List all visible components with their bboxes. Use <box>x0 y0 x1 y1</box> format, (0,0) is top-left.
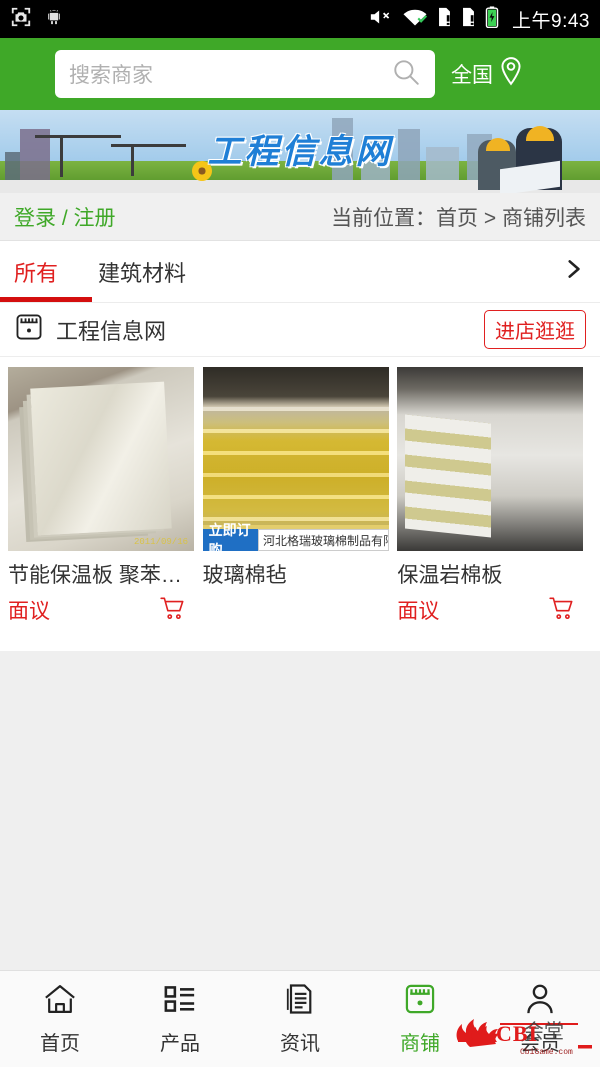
status-bar: 上午9:43 <box>0 0 600 38</box>
product-image-1[interactable]: 2011/09/16 <box>8 367 194 551</box>
status-bar-clock: 上午9:43 <box>512 10 590 32</box>
status-bar-right-icons: 上午9:43 <box>369 5 590 33</box>
storefront-icon <box>402 982 438 1021</box>
enter-store-button[interactable]: 进店逛逛 <box>484 310 586 349</box>
search-icon[interactable] <box>391 57 421 92</box>
product-list: 2011/09/16 节能保温板 聚苯… 面议 立即订购 河北格瑞玻璃棉制品有 … <box>0 357 600 625</box>
tab-all[interactable]: 所有 <box>14 256 58 288</box>
product-image-3[interactable] <box>397 367 584 551</box>
category-tab-bar: 所有 建筑材料 <box>0 241 600 303</box>
screenshot-camera-icon <box>10 6 32 33</box>
product-price-row-3: 面议 <box>397 595 588 625</box>
product-price-row-1: 面议 <box>8 595 199 625</box>
breadcrumb: 当前位置：首页 > 商铺列表 <box>331 206 586 230</box>
app-root: 上午9:43 搜索商家 全国 工程信息网 登录 / 注册 当前位置：首页 > 商… <box>0 0 600 1067</box>
store-card: 工程信息网 进店逛逛 2011/09/16 节能保温板 聚苯… 面议 立即订购 … <box>0 303 600 651</box>
store-name: 工程信息网 <box>56 318 167 344</box>
wifi-icon <box>402 7 428 32</box>
region-label: 全国 <box>451 64 493 87</box>
chevron-right-icon[interactable] <box>560 256 586 287</box>
banner-title: 工程信息网 <box>207 134 393 171</box>
product-title-1: 节能保温板 聚苯… <box>8 564 182 587</box>
product-card-1[interactable]: 2011/09/16 节能保温板 聚苯… 面议 <box>8 367 199 625</box>
product-list-bottom-pad <box>0 625 600 651</box>
android-robot-icon <box>44 6 64 33</box>
cbi-watermark: 会堂 CBI CbiGame.com <box>450 1007 596 1059</box>
sub-bar: 登录 / 注册 当前位置：首页 > 商铺列表 <box>0 193 600 241</box>
status-bar-left-icons <box>10 6 64 33</box>
product-card-2[interactable]: 立即订购 河北格瑞玻璃棉制品有限公司 玻璃棉毡 <box>202 367 394 625</box>
document-icon <box>282 982 318 1021</box>
storefront-icon <box>14 312 44 347</box>
tab-building-materials[interactable]: 建筑材料 <box>98 256 186 288</box>
battery-charging-icon <box>485 5 499 33</box>
order-now-badge[interactable]: 立即订购 <box>202 522 258 551</box>
sim1-alert-icon <box>437 7 452 32</box>
product-image-overlay-2: 立即订购 河北格瑞玻璃棉制品有限公司 <box>202 522 389 551</box>
shopping-cart-icon[interactable] <box>548 595 576 626</box>
watermark-brand: CBI <box>496 1021 539 1046</box>
home-icon <box>42 982 78 1021</box>
nav-item-home[interactable]: 首页 <box>0 982 120 1056</box>
nav-label-news: 资讯 <box>280 1033 320 1055</box>
nav-label-products: 产品 <box>160 1033 200 1055</box>
bottom-navigation-bar: 首页 产品 资讯 商铺 会员 会堂 CBI CbiGame.com <box>0 970 600 1067</box>
product-title-2: 玻璃棉毡 <box>202 564 287 587</box>
nav-item-news[interactable]: 资讯 <box>240 982 360 1056</box>
region-selector[interactable]: 全国 <box>451 56 525 92</box>
list-icon <box>162 982 198 1021</box>
product-image-2[interactable]: 立即订购 河北格瑞玻璃棉制品有限公司 <box>202 367 389 551</box>
nav-label-home: 首页 <box>40 1033 80 1055</box>
login-register-link[interactable]: 登录 / 注册 <box>14 202 116 232</box>
search-input[interactable]: 搜索商家 <box>55 50 435 98</box>
location-pin-icon <box>497 56 525 92</box>
nav-item-products[interactable]: 产品 <box>120 982 240 1056</box>
app-header: 搜索商家 全国 <box>0 38 600 110</box>
product-price-3: 面议 <box>397 600 440 623</box>
sim2-alert-icon <box>461 7 476 32</box>
site-banner: 工程信息网 <box>0 110 600 193</box>
volume-mute-icon <box>369 7 393 32</box>
company-name-badge: 河北格瑞玻璃棉制品有限公司 <box>257 529 389 551</box>
product-price-1: 面议 <box>8 600 50 623</box>
watermark-site: CbiGame.com <box>520 1048 573 1057</box>
nav-label-store: 商铺 <box>400 1033 440 1055</box>
shopping-cart-icon[interactable] <box>159 595 187 626</box>
product-card-3[interactable]: 保温岩棉板 面议 <box>397 367 588 625</box>
active-tab-underline <box>0 297 92 302</box>
product-title-3: 保温岩棉板 <box>397 564 503 587</box>
store-header-row[interactable]: 工程信息网 进店逛逛 <box>0 303 600 357</box>
search-placeholder: 搜索商家 <box>69 64 153 87</box>
